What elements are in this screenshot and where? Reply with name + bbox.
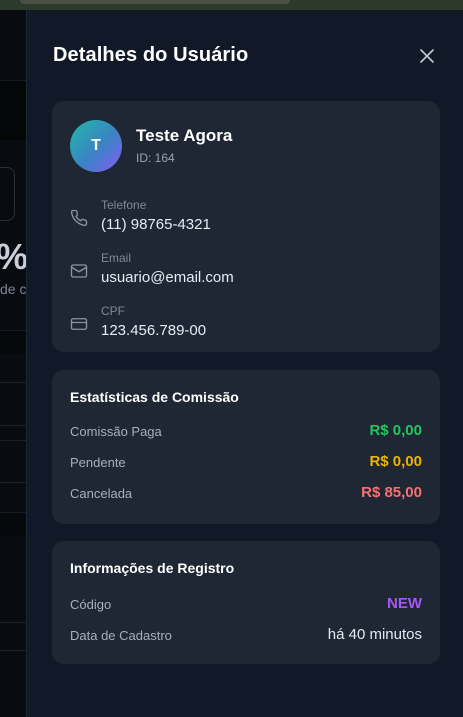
stat-label: Cancelada (70, 486, 133, 501)
drawer-title: Detalhes do Usuário (53, 44, 249, 66)
background-stat-subtext: de c (0, 281, 27, 297)
email-value: usuario@email.com (101, 269, 234, 286)
user-details-drawer: Detalhes do Usuário T Teste Agora ID: 16… (26, 10, 463, 717)
background-input (0, 167, 15, 221)
background-table-header (0, 330, 26, 354)
phone-icon (70, 209, 88, 227)
signup-date-value: há 40 minutos (327, 626, 422, 643)
referral-code-value: NEW (387, 595, 422, 612)
stat-row-cancelled: Cancelada R$ 85,00 (70, 484, 422, 504)
stat-label: Pendente (70, 455, 126, 470)
background-topbar (0, 0, 463, 10)
email-label: Email (101, 251, 132, 265)
phone-label: Telefone (101, 198, 147, 212)
registration-title: Informações de Registro (70, 560, 235, 576)
stat-label: Comissão Paga (70, 424, 162, 439)
drawer-header: Detalhes do Usuário (53, 44, 438, 70)
registration-label: Data de Cadastro (70, 628, 172, 643)
commission-stats-card: Estatísticas de Comissão Comissão Paga R… (52, 370, 440, 524)
registration-label: Código (70, 597, 112, 612)
user-profile-card: T Teste Agora ID: 164 Telefone (11) 9876… (52, 101, 440, 352)
phone-value: (11) 98765-4321 (101, 216, 211, 233)
stat-row-pending: Pendente R$ 0,00 (70, 453, 422, 473)
cpf-label: CPF (101, 304, 125, 318)
close-icon (420, 49, 434, 63)
avatar: T (70, 120, 122, 172)
stat-value: R$ 0,00 (369, 453, 422, 470)
user-name: Teste Agora (136, 126, 233, 145)
email-field: Email usuario@email.com (70, 251, 420, 291)
background-stat-value: % (0, 236, 28, 278)
phone-field: Telefone (11) 98765-4321 (70, 198, 420, 238)
background-table-row (0, 512, 26, 536)
mail-icon (70, 264, 88, 278)
stat-row-paid: Comissão Paga R$ 0,00 (70, 422, 422, 442)
registration-row-date: Data de Cadastro há 40 minutos (70, 626, 422, 646)
registration-info-card: Informações de Registro Código NEW Data … (52, 541, 440, 664)
stats-title: Estatísticas de Comissão (70, 389, 239, 405)
cpf-field: CPF 123.456.789-00 (70, 304, 420, 344)
stat-value: R$ 0,00 (369, 422, 422, 439)
registration-row-code: Código NEW (70, 595, 422, 615)
cpf-value: 123.456.789-00 (101, 322, 207, 339)
background-panel (0, 80, 26, 140)
close-button[interactable] (416, 45, 438, 67)
card-icon (70, 318, 88, 330)
user-id: ID: 164 (136, 151, 175, 165)
stat-value: R$ 85,00 (361, 484, 422, 501)
